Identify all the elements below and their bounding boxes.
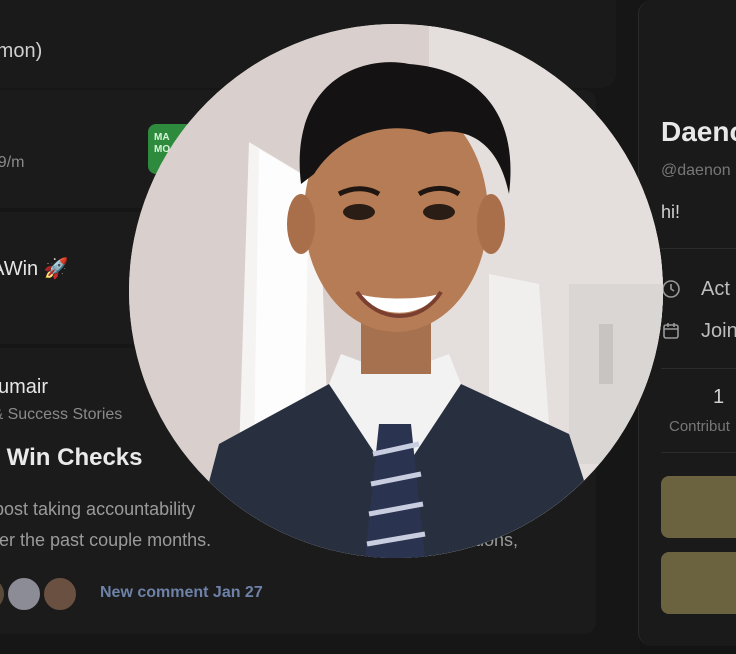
post-category: s & Success Stories [0,406,123,423]
post-title: /5 Win Checks [0,444,143,471]
secondary-action-button[interactable] [661,552,736,614]
profile-photo-enlarged[interactable] [129,24,663,558]
post-author[interactable]: sumair [0,376,48,399]
divider [661,248,736,249]
contributions-count: 1 [713,386,725,408]
clock-icon [662,280,680,298]
post-title: nAWin 🚀 [0,258,69,280]
profile-photo-image [129,24,663,558]
primary-action-button[interactable] [661,476,736,538]
profile-handle: @daenon [661,162,731,179]
profile-bio: hi! [661,202,681,222]
avatar [6,576,42,612]
calendar-icon [663,323,679,339]
joined-row: Join [661,318,736,344]
contributions-label: Contribut [669,418,730,435]
divider [661,368,736,369]
divider [661,452,736,453]
new-comment-link[interactable]: New comment Jan 27 [100,584,263,602]
avatar [42,576,78,612]
activity-row: Act [661,276,730,302]
category-filter-label[interactable]: mmon) [0,40,42,63]
offer-price: $29/m [0,154,25,171]
profile-name: Daeno [661,116,736,147]
